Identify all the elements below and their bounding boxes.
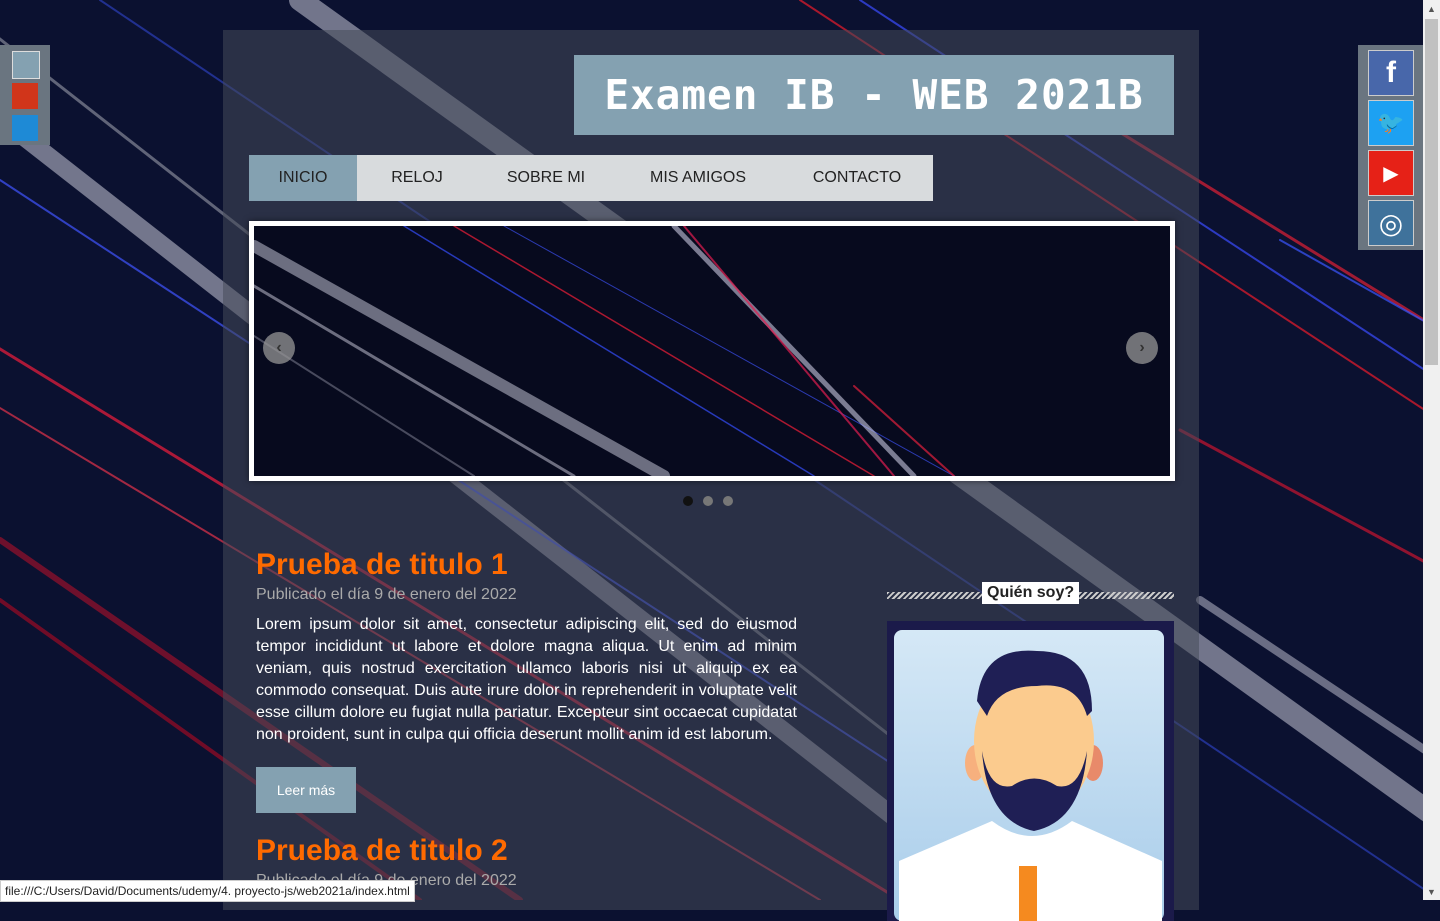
avatar-illustration (894, 630, 1164, 921)
slider-dot-3[interactable] (723, 496, 733, 506)
slider-image (254, 226, 955, 476)
color-swatch-red[interactable] (12, 83, 38, 109)
color-swatch-gray[interactable] (12, 51, 40, 79)
nav-item-mis-amigos[interactable]: MIS AMIGOS (615, 155, 781, 201)
scroll-down-icon[interactable]: ▼ (1423, 883, 1440, 900)
instagram-icon[interactable]: ◎ (1368, 200, 1414, 246)
avatar (887, 621, 1174, 921)
color-switcher (0, 45, 50, 145)
image-slider: ‹ › (249, 221, 1175, 481)
sidebar-title: Quién soy? (982, 582, 1080, 604)
youtube-icon[interactable]: ▶ (1368, 150, 1414, 196)
article-title[interactable]: Prueba de titulo 1 (256, 548, 797, 582)
article-title[interactable]: Prueba de titulo 2 (256, 834, 797, 868)
slider-dot-2[interactable] (703, 496, 713, 506)
slider-dot-1[interactable] (683, 496, 693, 506)
article-body: Lorem ipsum dolor sit amet, consectetur … (256, 616, 797, 743)
scrollbar[interactable]: ▲ ▼ (1423, 0, 1440, 900)
nav-item-inicio[interactable]: INICIO (249, 155, 357, 201)
nav-item-sobre-mi[interactable]: SOBRE MI (477, 155, 615, 201)
scroll-up-icon[interactable]: ▲ (1423, 0, 1440, 17)
twitter-icon[interactable]: 🐦 (1368, 100, 1414, 146)
sidebar-heading: Quién soy? (887, 582, 1174, 608)
color-swatch-blue[interactable] (12, 115, 38, 141)
site-title: Examen IB - WEB 2021B (574, 55, 1174, 135)
slider-next-button[interactable]: › (1126, 332, 1158, 364)
read-more-button[interactable]: Leer más (256, 767, 356, 813)
article: Prueba de titulo 1 Publicado el día 9 de… (256, 548, 797, 813)
nav-item-reloj[interactable]: RELOJ (357, 155, 477, 201)
social-bar: f 🐦 ▶ ◎ (1358, 45, 1423, 250)
facebook-icon[interactable]: f (1368, 50, 1414, 96)
article-date: Publicado el día 9 de enero del 2022 (256, 586, 517, 603)
status-bar-url: file:///C:/Users/David/Documents/udemy/4… (0, 880, 415, 902)
slider-dots (683, 496, 733, 506)
main-container: Examen IB - WEB 2021B INICIO RELOJ SOBRE… (223, 30, 1199, 921)
main-nav: INICIO RELOJ SOBRE MI MIS AMIGOS CONTACT… (249, 155, 933, 201)
scroll-thumb[interactable] (1425, 19, 1438, 365)
slider-prev-button[interactable]: ‹ (263, 332, 295, 364)
nav-item-contacto[interactable]: CONTACTO (781, 155, 933, 201)
